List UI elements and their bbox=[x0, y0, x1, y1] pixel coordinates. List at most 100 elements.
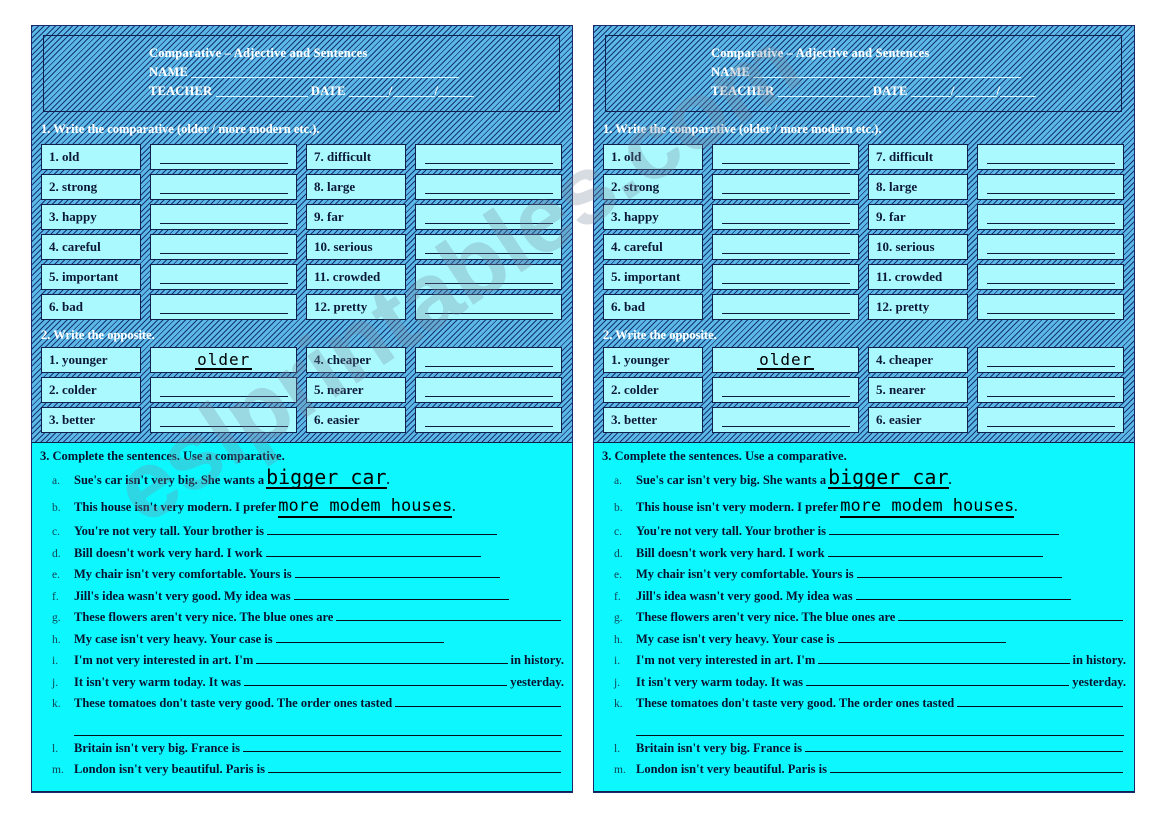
answer-line bbox=[721, 150, 850, 164]
ex1-right-answer-6[interactable] bbox=[977, 294, 1124, 320]
ex1-right-answer-3[interactable] bbox=[415, 204, 562, 230]
answer-blank[interactable] bbox=[827, 543, 1043, 557]
ex2-right-answer-2[interactable] bbox=[977, 377, 1124, 403]
answer-blank[interactable] bbox=[294, 564, 500, 578]
answer-line bbox=[986, 300, 1115, 314]
answer-blank[interactable] bbox=[837, 629, 1006, 643]
ex2-left-answer-3[interactable] bbox=[712, 407, 859, 433]
item-marker: g. bbox=[614, 612, 623, 624]
ex1-left-answer-4[interactable] bbox=[150, 234, 297, 260]
answer-blank[interactable] bbox=[898, 607, 1123, 621]
ex1-right-answer-3[interactable] bbox=[977, 204, 1124, 230]
name-input-line[interactable] bbox=[191, 77, 460, 78]
ex1-left-answer-2[interactable] bbox=[150, 174, 297, 200]
ex1-right-answer-5[interactable] bbox=[977, 264, 1124, 290]
date-month-line[interactable] bbox=[392, 96, 435, 97]
answer-line bbox=[986, 210, 1115, 224]
date-day-line[interactable] bbox=[348, 96, 389, 97]
ex1-right-answer-1[interactable] bbox=[415, 144, 562, 170]
ex1-left-answer-3[interactable] bbox=[712, 204, 859, 230]
ex1-right-answer-4[interactable] bbox=[977, 234, 1124, 260]
ex1-left-answer-6[interactable] bbox=[150, 294, 297, 320]
ex2-right-answer-1[interactable] bbox=[415, 347, 562, 373]
ex1-left-answer-1[interactable] bbox=[150, 144, 297, 170]
sentence-before: These flowers aren't very nice. The blue… bbox=[74, 610, 334, 624]
ex1-left-answer-1[interactable] bbox=[712, 144, 859, 170]
answer-blank[interactable] bbox=[818, 650, 1070, 664]
answer-blank[interactable] bbox=[828, 521, 1059, 535]
item-text: This house isn't very modern. I prefer m… bbox=[636, 494, 1126, 520]
answer-blank[interactable] bbox=[242, 738, 561, 752]
answer-blank[interactable] bbox=[957, 693, 1123, 707]
date-day-line[interactable] bbox=[910, 96, 951, 97]
answer-blank[interactable] bbox=[395, 693, 561, 707]
item-text: London isn't very beautiful. Paris is bbox=[636, 759, 1126, 780]
table-row: 3. better 6. easier bbox=[41, 407, 562, 433]
answer-blank[interactable] bbox=[244, 672, 508, 686]
item-text: Sue's car isn't very big. She wants a bi… bbox=[636, 467, 1126, 493]
answer-blank[interactable] bbox=[806, 672, 1070, 686]
sentence-before: You're not very tall. Your brother is bbox=[74, 524, 264, 538]
ex2-left-answer-2[interactable] bbox=[712, 377, 859, 403]
ex2-left-answer-1[interactable]: older bbox=[712, 347, 859, 373]
ex1-right-answer-1[interactable] bbox=[977, 144, 1124, 170]
table-row: 1. younger older 4. cheaper bbox=[41, 347, 562, 373]
answer-blank[interactable] bbox=[804, 738, 1123, 752]
ex1-left-answer-4[interactable] bbox=[712, 234, 859, 260]
ex1-right-answer-6[interactable] bbox=[415, 294, 562, 320]
answer-line bbox=[424, 413, 553, 427]
worksheet-panel-right: Comparative – Adjective and Sentences NA… bbox=[593, 25, 1135, 793]
name-input-line[interactable] bbox=[753, 77, 1022, 78]
ex2-left-label-2: 2. colder bbox=[603, 377, 704, 403]
table-row: 6. bad 12. pretty bbox=[41, 294, 562, 320]
answer-blank[interactable] bbox=[830, 759, 1123, 773]
answer-blank[interactable] bbox=[256, 650, 508, 664]
sentence-before: These tomatoes don't taste very good. Th… bbox=[636, 696, 955, 710]
list-item: e. My chair isn't very comfortable. Your… bbox=[52, 564, 564, 586]
ex1-right-label-5: 11. crowded bbox=[306, 264, 407, 290]
ex1-left-answer-5[interactable] bbox=[712, 264, 859, 290]
answer-blank[interactable] bbox=[293, 586, 509, 600]
date-year-line[interactable] bbox=[438, 96, 475, 97]
sentence-before: Jill's idea wasn't very good. My idea wa… bbox=[74, 588, 291, 603]
list-item: f. Jill's idea wasn't very good. My idea… bbox=[614, 586, 1126, 608]
sentence-before: I'm not very interested in art. I'm bbox=[74, 653, 254, 667]
table-row: 2. strong 8. large bbox=[603, 174, 1124, 200]
teacher-input-line[interactable] bbox=[215, 96, 308, 97]
ex2-left-answer-1[interactable]: older bbox=[150, 347, 297, 373]
ex1-right-answer-2[interactable] bbox=[977, 174, 1124, 200]
answer-blank[interactable] bbox=[855, 586, 1071, 600]
ex1-right-label-3: 9. far bbox=[306, 204, 407, 230]
ex1-left-answer-2[interactable] bbox=[712, 174, 859, 200]
ex2-left-answer-3[interactable] bbox=[150, 407, 297, 433]
ex1-right-answer-4[interactable] bbox=[415, 234, 562, 260]
list-item: k. These tomatoes don't taste very good.… bbox=[52, 693, 564, 715]
ex1-left-answer-6[interactable] bbox=[712, 294, 859, 320]
ex2-right-answer-3[interactable] bbox=[977, 407, 1124, 433]
ex2-right-answer-2[interactable] bbox=[415, 377, 562, 403]
answer-blank-continuation[interactable] bbox=[74, 724, 562, 736]
ex2-right-answer-1[interactable] bbox=[977, 347, 1124, 373]
teacher-input-line[interactable] bbox=[777, 96, 870, 97]
ex1-left-answer-5[interactable] bbox=[150, 264, 297, 290]
answer-blank-continuation[interactable] bbox=[636, 724, 1124, 736]
ex2-left-answer-2[interactable] bbox=[150, 377, 297, 403]
date-year-line[interactable] bbox=[1000, 96, 1037, 97]
answer-blank[interactable] bbox=[856, 564, 1062, 578]
sentence-before: Bill doesn't work very hard. I work bbox=[74, 545, 263, 560]
answer-line bbox=[159, 383, 288, 397]
ex2-left-label-1: 1. younger bbox=[603, 347, 704, 373]
ex1-right-answer-5[interactable] bbox=[415, 264, 562, 290]
answer-blank[interactable] bbox=[265, 543, 481, 557]
answer-blank[interactable] bbox=[268, 759, 561, 773]
ex1-right-answer-2[interactable] bbox=[415, 174, 562, 200]
answer-blank[interactable] bbox=[266, 521, 497, 535]
ex2-right-answer-3[interactable] bbox=[415, 407, 562, 433]
ex1-left-answer-3[interactable] bbox=[150, 204, 297, 230]
answer-blank[interactable] bbox=[275, 629, 444, 643]
list-item: h. My case isn't very heavy. Your case i… bbox=[52, 629, 564, 651]
table-row: 4. careful 10. serious bbox=[41, 234, 562, 260]
date-month-line[interactable] bbox=[954, 96, 997, 97]
date-label: DATE bbox=[872, 84, 908, 98]
answer-blank[interactable] bbox=[336, 607, 561, 621]
